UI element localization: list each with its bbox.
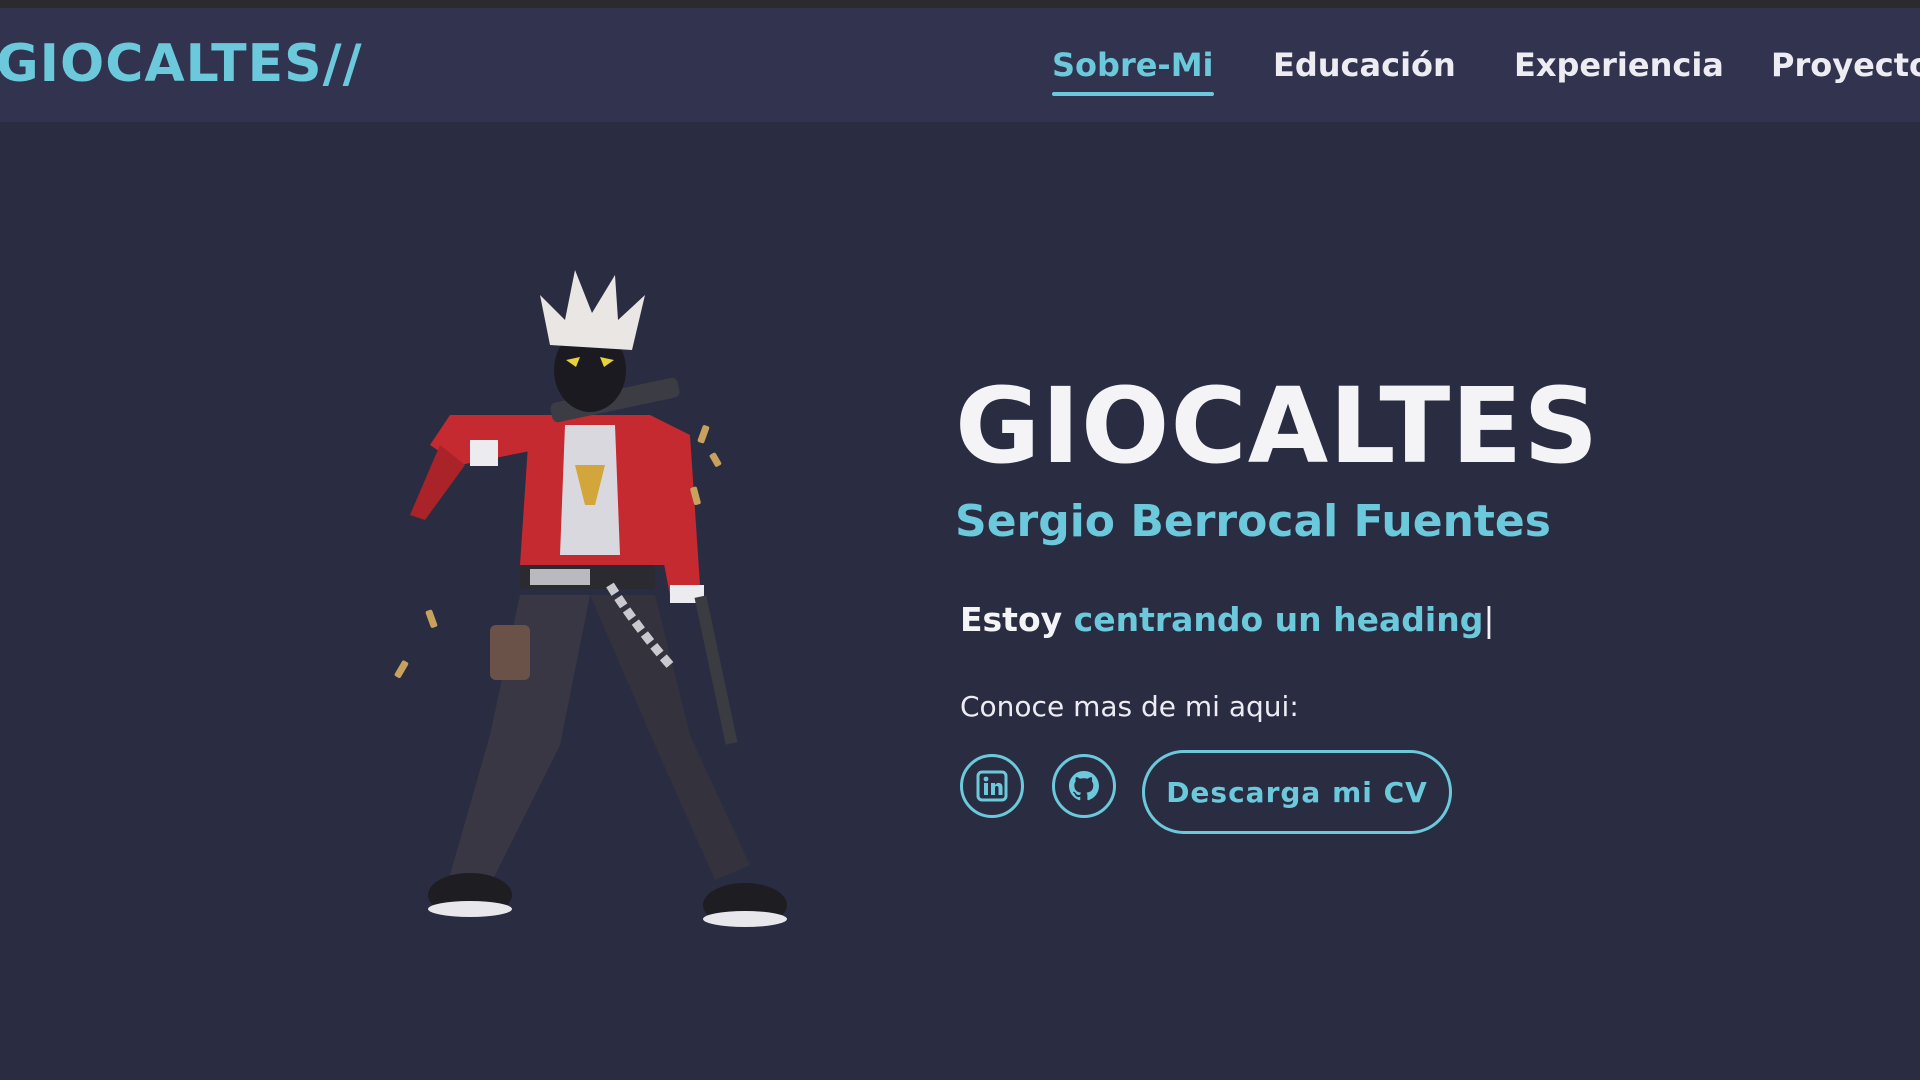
download-cv-button[interactable]: Descarga mi CV (1142, 750, 1452, 834)
nav-item-label: Educación (1273, 46, 1456, 84)
know-more-label: Conoce mas de mi aqui: (960, 690, 1299, 723)
nav-item-educacion[interactable]: Educación (1273, 46, 1456, 84)
site-logo[interactable]: GIOCALTES// (0, 34, 363, 94)
nav-item-sobre-mi[interactable]: Sobre-Mi (1052, 46, 1214, 96)
linkedin-icon (976, 770, 1008, 802)
typing-line: Estoy centrando un heading| (960, 600, 1494, 639)
nav-item-label: Proyectos (1771, 46, 1920, 84)
browser-top-strip (0, 0, 1920, 8)
nav-item-label: Sobre-Mi (1052, 46, 1214, 84)
nav-item-experiencia[interactable]: Experiencia (1514, 46, 1724, 84)
hero-character-illustration (394, 270, 787, 927)
typed-text: centrando un heading (1073, 600, 1484, 639)
hero-title: GIOCALTES (955, 365, 1600, 487)
navbar: GIOCALTES// Sobre-Mi Educación Experienc… (0, 8, 1920, 122)
github-button[interactable] (1052, 754, 1116, 818)
nav-item-proyectos[interactable]: Proyectos (1771, 46, 1920, 84)
github-icon (1069, 771, 1099, 801)
hero-subtitle: Sergio Berrocal Fuentes (955, 496, 1551, 547)
typing-prefix: Estoy (960, 600, 1063, 639)
active-nav-underline (1052, 92, 1214, 96)
nav-item-label: Experiencia (1514, 46, 1724, 84)
typing-cursor: | (1483, 600, 1495, 639)
linkedin-button[interactable] (960, 754, 1024, 818)
